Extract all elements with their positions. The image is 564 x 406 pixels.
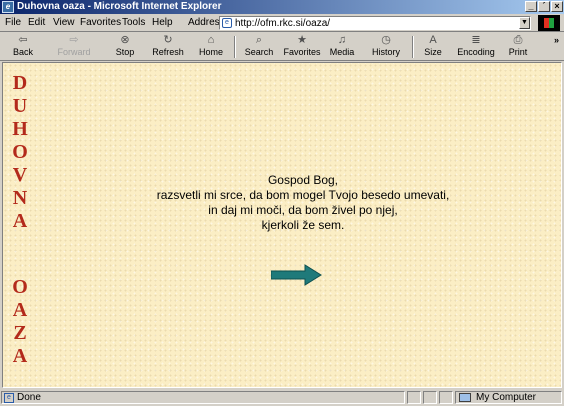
home-label: Home	[198, 47, 223, 57]
encoding-icon: ≣	[471, 34, 481, 46]
status-zone: My Computer	[476, 392, 537, 403]
media-label: Media	[329, 47, 355, 57]
stop-icon: ⊗	[120, 34, 130, 46]
size-label: Size	[424, 47, 442, 57]
history-button[interactable]: ◷ History	[366, 33, 406, 60]
address-input[interactable]: e http://ofm.rkc.si/oaza/	[219, 16, 531, 30]
status-pane	[439, 391, 453, 404]
menu-edit[interactable]: Edit	[28, 17, 45, 28]
standard-toolbar: ⇦ Back ⇨ Forward ⊗ Stop ↻ Refresh ⌂ Home…	[0, 33, 564, 61]
vertical-title-letter: D	[12, 72, 28, 94]
back-button[interactable]: ⇦ Back	[6, 33, 40, 60]
stop-label: Stop	[115, 47, 135, 57]
back-label: Back	[12, 47, 33, 57]
next-arrow-icon[interactable]	[271, 263, 323, 287]
home-icon: ⌂	[207, 34, 215, 46]
menu-bar: File Edit View Favorites Tools Help Addr…	[0, 14, 564, 32]
status-pane	[423, 391, 437, 404]
print-button[interactable]: ⎙ Print	[504, 33, 532, 60]
vertical-title-letter: Z	[13, 322, 27, 344]
size-button[interactable]: A Size	[418, 33, 448, 60]
menu-help[interactable]: Help	[152, 17, 173, 28]
address-dropdown-button[interactable]: ▼	[519, 17, 530, 29]
text-size-icon: A	[429, 34, 437, 46]
search-icon: ⌕	[255, 34, 263, 46]
internet-explorer-icon: e	[2, 1, 14, 13]
vertical-title-letter: V	[12, 164, 28, 186]
home-button[interactable]: ⌂ Home	[194, 33, 228, 60]
refresh-label: Refresh	[152, 47, 184, 57]
address-url: http://ofm.rkc.si/oaza/	[235, 18, 331, 29]
minimize-button[interactable]: _	[525, 1, 537, 12]
stop-button[interactable]: ⊗ Stop	[108, 33, 142, 60]
vertical-title-letter: O	[12, 141, 28, 163]
refresh-button[interactable]: ↻ Refresh	[148, 33, 188, 60]
print-icon: ⎙	[513, 34, 523, 46]
prayer-text: Gospod Bog, razsvetli mi srce, da bom mo…	[63, 173, 543, 233]
forward-button[interactable]: ⇨ Forward	[52, 33, 96, 60]
prayer-line: razsvetli mi srce, da bom mogel Tvojo be…	[156, 188, 450, 202]
history-label: History	[371, 47, 400, 57]
encoding-button[interactable]: ≣ Encoding	[454, 33, 498, 60]
search-label: Search	[244, 47, 274, 57]
menu-file[interactable]: File	[5, 17, 21, 28]
status-bar: e Done My Computer	[0, 389, 564, 406]
maximize-button[interactable]: ´	[538, 1, 550, 12]
vertical-title-letter: O	[12, 276, 28, 298]
toolbar-separator	[234, 36, 236, 58]
menu-view[interactable]: View	[53, 17, 75, 28]
toolbar-chevron-icon[interactable]: »	[554, 35, 559, 45]
toolbar-separator	[412, 36, 414, 58]
favorites-icon: ★	[297, 34, 307, 46]
vertical-title-letter: U	[12, 95, 28, 117]
window-title-bar[interactable]: e Duhovna oaza - Microsoft Internet Expl…	[0, 0, 564, 14]
prayer-line: Gospod Bog,	[267, 173, 339, 187]
status-zone-pane: My Computer	[455, 391, 562, 404]
history-icon: ◷	[381, 34, 391, 46]
vertical-title-letter: A	[12, 210, 28, 232]
prayer-line: in daj mi moči, da bom živel po njej,	[208, 203, 398, 217]
page-content: D U H O V N A O A Z A Gospod Bog, razsve…	[2, 62, 562, 388]
favorites-label: Favorites	[283, 47, 321, 57]
vertical-title-letter: A	[12, 345, 28, 367]
menu-tools[interactable]: Tools	[122, 17, 145, 28]
window-title: Duhovna oaza - Microsoft Internet Explor…	[17, 1, 222, 12]
vertical-title-letter: A	[12, 299, 28, 321]
forward-label: Forward	[57, 47, 91, 57]
refresh-icon: ↻	[163, 34, 173, 46]
forward-arrow-icon: ⇨	[69, 34, 79, 46]
favorites-button[interactable]: ★ Favorites	[282, 33, 322, 60]
windows-logo-throbber	[538, 15, 560, 31]
windows-flag-icon	[544, 18, 554, 28]
status-text: Done	[17, 392, 41, 403]
my-computer-icon	[459, 393, 471, 402]
vertical-title-letter: H	[12, 118, 28, 140]
search-button[interactable]: ⌕ Search	[240, 33, 278, 60]
page-done-icon: e	[4, 393, 14, 403]
close-button[interactable]: ×	[551, 1, 563, 12]
menu-favorites[interactable]: Favorites	[80, 17, 121, 28]
print-label: Print	[508, 47, 528, 57]
back-arrow-icon: ⇦	[18, 34, 28, 46]
status-pane-main: e Done	[1, 391, 405, 404]
prayer-line: kjerkoli že sem.	[261, 218, 345, 232]
page-icon: e	[222, 18, 232, 28]
status-pane	[407, 391, 421, 404]
encoding-label: Encoding	[457, 47, 495, 57]
media-button[interactable]: ♫ Media	[326, 33, 358, 60]
vertical-title-letter: N	[12, 187, 28, 209]
media-icon: ♫	[337, 34, 347, 46]
